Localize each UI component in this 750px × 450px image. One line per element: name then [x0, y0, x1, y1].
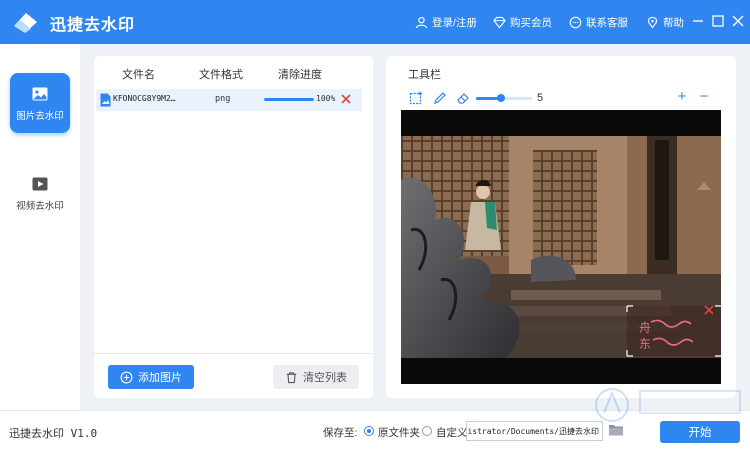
help-label: 帮助 — [663, 16, 684, 29]
user-icon — [415, 16, 428, 28]
login-link[interactable]: 登录/注册 — [415, 13, 477, 31]
progress-fill — [264, 98, 314, 101]
file-format: png — [215, 94, 231, 104]
minimize-icon[interactable] — [691, 14, 705, 28]
add-image-button[interactable]: 添加图片 — [108, 365, 194, 389]
preview-image: 舟 东 — [401, 110, 721, 384]
footer-bar: 迅捷去水印 V1.0 保存至: 原文件夹 自定义 istrator/Docume… — [0, 410, 750, 450]
clear-list-button[interactable]: 清空列表 — [273, 365, 359, 389]
save-to-label: 保存至: — [323, 427, 358, 439]
divider — [94, 353, 373, 354]
watermark-text: 舟 — [639, 321, 651, 335]
radio-original-label[interactable]: 原文件夹 — [378, 425, 420, 440]
sidebar-item-image-watermark[interactable]: 图片去水印 — [10, 73, 70, 133]
radio-original-folder[interactable] — [364, 426, 374, 436]
trash-icon — [286, 371, 297, 383]
table-row[interactable]: KFONOCG8Y9M2… png 100% — [96, 89, 362, 111]
file-name: KFONOCG8Y9M2… — [113, 94, 176, 103]
maximize-icon[interactable] — [711, 14, 725, 28]
add-image-label: 添加图片 — [138, 372, 182, 384]
start-button[interactable]: 开始 — [660, 421, 740, 443]
eraser-logo-icon — [14, 13, 37, 33]
select-rect-icon[interactable] — [409, 91, 423, 105]
buy-membership-link[interactable]: 购买会员 — [493, 13, 552, 31]
help-icon — [647, 16, 658, 29]
contact-service-link[interactable]: 联系客服 — [569, 13, 628, 31]
sidebar-item-label: 图片去水印 — [16, 110, 64, 122]
image-file-icon — [100, 93, 111, 107]
progress-bar — [264, 98, 314, 101]
video-icon — [32, 177, 48, 190]
brush-size-value: 5 — [537, 92, 544, 104]
file-list-panel: 文件名 文件格式 清除进度 KFONOCG8Y9M2… png 100% 添加图… — [94, 56, 373, 398]
zoom-out-button[interactable]: − — [697, 89, 711, 104]
sidebar: 图片去水印 视频去水印 — [0, 44, 80, 410]
column-progress: 清除进度 — [278, 69, 322, 81]
save-path-input[interactable]: istrator/Documents/迅捷去水印 — [466, 421, 603, 441]
watermark-text: 东 — [639, 337, 651, 351]
eraser-icon[interactable] — [456, 91, 470, 105]
version-label: 迅捷去水印 V1.0 — [9, 427, 98, 440]
close-icon[interactable] — [731, 14, 745, 28]
image-icon — [32, 87, 48, 100]
folder-icon[interactable] — [608, 423, 624, 437]
tool-row: 5 + − — [386, 89, 736, 109]
plus-circle-icon — [120, 371, 133, 383]
column-format: 文件格式 — [199, 69, 243, 81]
service-label: 联系客服 — [586, 16, 628, 29]
help-link[interactable]: 帮助 — [646, 13, 684, 31]
radio-custom-label[interactable]: 自定义 — [436, 425, 468, 440]
app-title: 迅捷去水印 — [50, 17, 136, 34]
chat-icon — [569, 16, 582, 28]
toolbar-panel: 工具栏 5 + − 舟 东 — [386, 56, 736, 398]
file-list-header: 文件名 文件格式 清除进度 — [94, 56, 373, 88]
column-filename: 文件名 — [122, 69, 155, 81]
zoom-in-button[interactable]: + — [675, 89, 689, 104]
pen-icon[interactable] — [433, 91, 447, 105]
image-preview[interactable]: 舟 东 — [401, 110, 721, 384]
toolbar-title: 工具栏 — [408, 69, 441, 81]
sidebar-item-video-watermark[interactable]: 视频去水印 — [10, 163, 70, 223]
slider-knob[interactable] — [497, 94, 505, 102]
title-bar: 迅捷去水印 登录/注册 购买会员 联系客服 帮助 — [0, 0, 750, 44]
login-label: 登录/注册 — [432, 16, 477, 29]
buy-label: 购买会员 — [510, 16, 552, 29]
diamond-icon — [493, 16, 506, 28]
sidebar-item-label: 视频去水印 — [16, 200, 64, 212]
delete-icon[interactable] — [340, 93, 352, 105]
progress-percent: 100% — [316, 94, 336, 103]
clear-list-label: 清空列表 — [303, 372, 347, 384]
radio-custom[interactable] — [422, 426, 432, 436]
